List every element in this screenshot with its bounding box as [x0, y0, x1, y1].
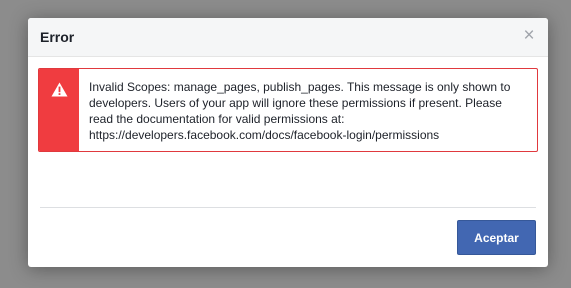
close-icon[interactable]: ×	[522, 26, 536, 45]
error-message-text: Invalid Scopes: manage_pages, publish_pa…	[89, 80, 511, 142]
dialog-title: Error	[40, 29, 75, 45]
accept-button[interactable]: Aceptar	[457, 220, 536, 255]
error-message-box: Invalid Scopes: manage_pages, publish_pa…	[38, 68, 538, 152]
dialog-header: Error ×	[28, 18, 548, 57]
error-accent-bar	[39, 69, 79, 151]
error-dialog: Error × Invalid Scopes: manage_pages, pu…	[28, 18, 548, 267]
footer-divider	[40, 207, 536, 208]
warning-icon	[51, 82, 68, 97]
